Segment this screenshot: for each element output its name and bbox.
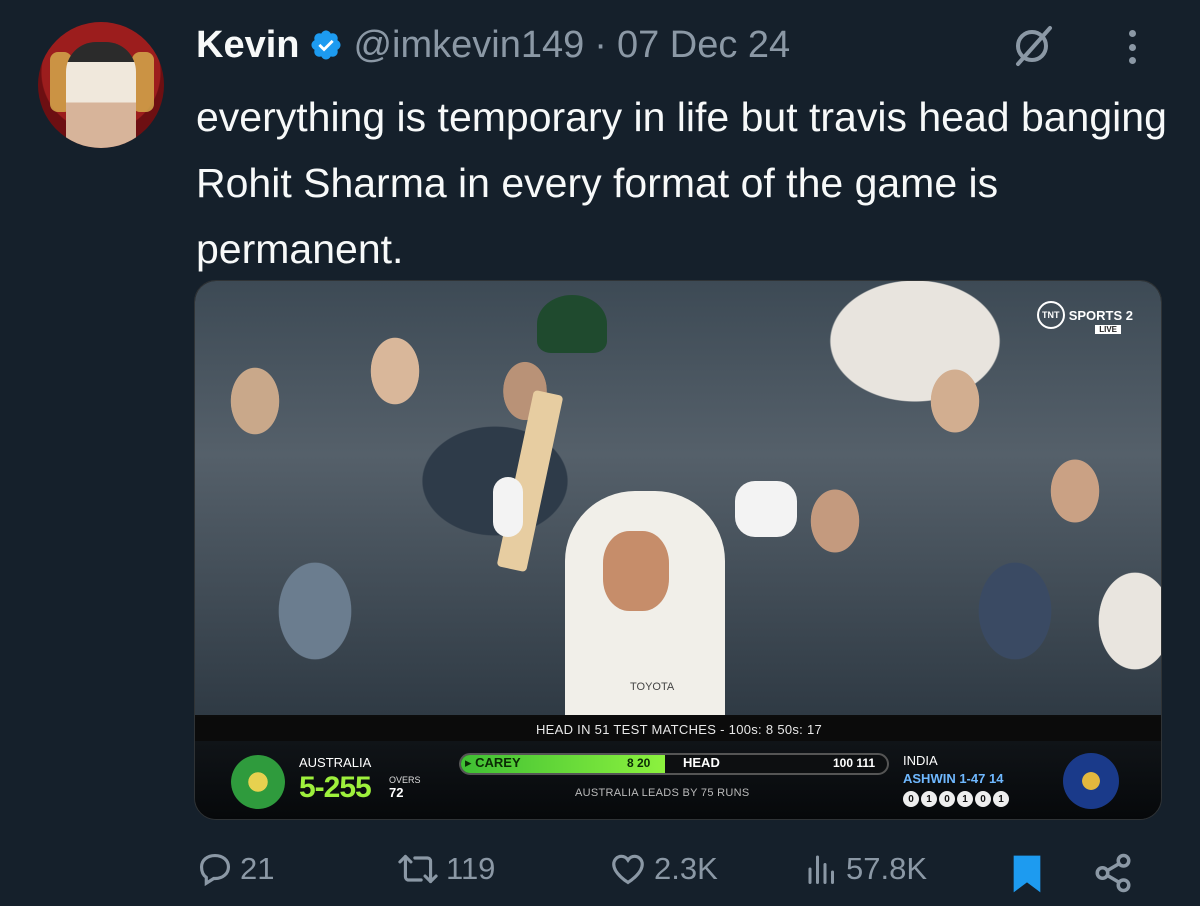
more-options-icon[interactable] (1122, 24, 1142, 70)
bookmark-icon (1013, 855, 1041, 893)
author-avatar[interactable] (38, 22, 164, 148)
tweet-text: everything is temporary in life but trav… (196, 94, 1179, 272)
ball-result: 0 (903, 791, 919, 807)
views-icon (808, 855, 834, 884)
bowling-team-name: INDIA (903, 753, 938, 768)
like-count: 2.3K (654, 851, 718, 886)
author-handle[interactable]: @imkevin149 (353, 24, 584, 67)
share-button[interactable] (1092, 852, 1134, 894)
batter2-name: HEAD (683, 755, 720, 770)
live-badge: LIVE (1095, 325, 1121, 334)
batter-head (603, 531, 669, 611)
header-separator: · (594, 23, 607, 66)
author-name[interactable]: Kevin (196, 24, 299, 67)
reply-icon (199, 853, 231, 887)
broadcaster-name: SPORTS 2 (1068, 307, 1133, 323)
bookmark-button[interactable] (1010, 854, 1044, 894)
ball-result: 1 (957, 791, 973, 807)
retweet-button[interactable]: 119 (396, 850, 495, 888)
batting-team-name: AUSTRALIA (299, 755, 372, 770)
over-balls: 0 1 0 1 0 1 (903, 791, 1009, 807)
share-icon (1095, 853, 1131, 893)
right-glove (735, 481, 797, 537)
stat-caption: HEAD IN 51 TEST MATCHES - 100s: 8 50s: 1… (195, 717, 1161, 741)
bcci-logo-icon (1063, 753, 1119, 809)
verified-badge-icon (311, 30, 342, 60)
retweet-icon (398, 854, 438, 884)
shirt-sponsor: TOYOTA (630, 681, 675, 693)
grok-icon[interactable] (1008, 22, 1056, 68)
tnt-logo-icon: TNT (1036, 301, 1065, 329)
scoreboard: AUSTRALIA 5-255 OVERS 72 ▸ CAREY 8 20 HE… (195, 741, 1161, 819)
tweet-media[interactable]: TOYOTA TNT SPORTS 2 LIVE HEAD IN 51 TEST… (194, 280, 1162, 820)
like-button[interactable]: 2.3K (608, 850, 718, 888)
batter2-score: 100 111 (833, 756, 876, 770)
tweet-actions: 21 119 2.3K 57.8K (196, 850, 1146, 906)
cricket-australia-logo-icon (231, 755, 285, 809)
tweet-header: Kevin @imkevin149 · 07 Dec 24 (196, 22, 790, 68)
batters-bar (459, 753, 889, 775)
ball-result: 0 (975, 791, 991, 807)
view-count: 57.8K (846, 851, 928, 886)
batting-team-score: 5-255 (299, 771, 372, 804)
overs-label: OVERS (389, 775, 421, 785)
left-glove (493, 477, 523, 537)
avatar-figure (66, 42, 136, 148)
tweet-date[interactable]: 07 Dec 24 (617, 24, 790, 67)
ball-result: 1 (921, 791, 937, 807)
overs-value: 72 (389, 785, 404, 800)
reply-count: 21 (240, 851, 275, 886)
batter1-name: ▸ CAREY (465, 755, 521, 770)
match-lead-text: AUSTRALIA LEADS BY 75 RUNS (575, 787, 750, 799)
ball-result: 0 (939, 791, 955, 807)
batter1-score: 8 20 (627, 756, 651, 770)
heart-icon (612, 854, 644, 885)
views-button[interactable]: 57.8K (804, 850, 927, 888)
retweet-count: 119 (446, 851, 496, 886)
bowler-figures: ASHWIN 1-47 14 (903, 771, 1004, 786)
ball-result: 1 (993, 791, 1009, 807)
raised-helmet (537, 295, 607, 353)
reply-button[interactable]: 21 (196, 850, 274, 888)
